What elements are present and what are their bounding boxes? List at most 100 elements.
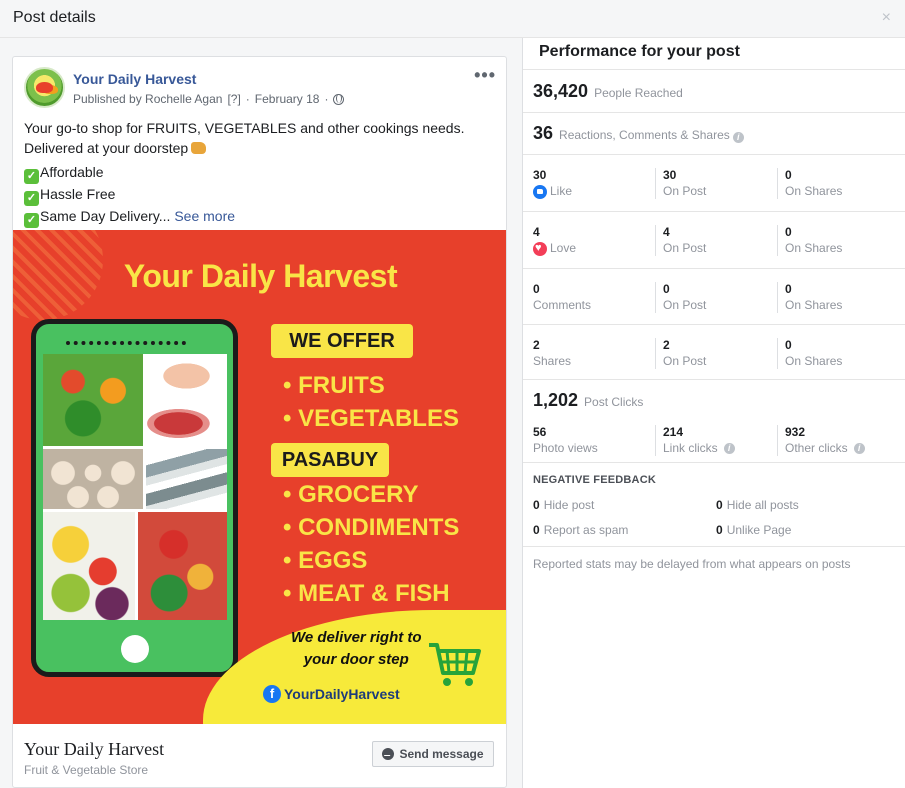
comments-label: Comments (533, 298, 592, 312)
phone-screen (43, 354, 227, 620)
people-reached: 36,420 People Reached (533, 81, 683, 102)
like-count: 30 (533, 168, 547, 182)
stat-number: 0 (785, 338, 792, 352)
dialog-header: Post details × (0, 0, 905, 38)
divider (523, 324, 905, 325)
divider (523, 112, 905, 113)
love-count: 4 (533, 225, 540, 239)
performance-title: Performance for your post (539, 43, 740, 60)
post-clicks-value: 1,202 (533, 390, 579, 410)
published-by: Published by Rochelle Agan (73, 92, 223, 106)
groceries-photo (138, 512, 227, 620)
hide-all-posts-stat: 0 Hide all posts (716, 498, 799, 512)
send-message-label: Send message (399, 747, 484, 761)
page-avatar[interactable] (24, 67, 65, 108)
deliver-tagline: We deliver right to your door step (291, 627, 422, 671)
stat-number: 214 (663, 425, 684, 439)
handle-text: YourDailyHarvest (284, 686, 400, 702)
chicken-photo (146, 354, 227, 398)
unlike-page-stat: 0 Unlike Page (716, 523, 791, 537)
meat-photo (146, 401, 227, 446)
stat-label: On Shares (785, 354, 843, 368)
deliver-line: We deliver right to (291, 629, 422, 646)
comments-stat: 0 Comments (533, 282, 591, 313)
meta-separator-2: · (324, 92, 329, 106)
link-clicks-stat: 214 Link clicks i (655, 425, 735, 456)
divider (523, 268, 905, 269)
divider (523, 154, 905, 155)
stat-number: 0 (785, 168, 792, 182)
check-icon: ✓ (24, 191, 39, 206)
eggs-photo (43, 449, 143, 509)
page-name-link[interactable]: Your Daily Harvest (73, 71, 196, 87)
engagement-label: Reactions, Comments & Shares i (559, 128, 744, 143)
more-options-icon[interactable]: ••• (474, 65, 496, 86)
stat-label: Link clicks i (663, 441, 735, 456)
stat-label: On Post (663, 241, 707, 255)
pasabuy-item: • GROCERY (283, 481, 419, 508)
post-card: Your Daily Harvest Published by Rochelle… (12, 56, 507, 788)
bullet-item: ✓ Affordable (24, 162, 494, 184)
pasabuy-list: • GROCERY • CONDIMENTS • EGGS • MEAT & F… (283, 478, 459, 610)
stat-number: 0 (716, 523, 723, 537)
info-icon[interactable]: i (732, 132, 744, 143)
comments-on-post: 0 On Post (655, 282, 706, 313)
post-date[interactable]: February 18 (255, 92, 320, 106)
engagement-label-text: Reactions, Comments & Shares (559, 128, 730, 142)
bullet-text: Hassle Free (40, 186, 116, 202)
footer-page-name[interactable]: Your Daily Harvest (24, 739, 164, 760)
love-on-post: 4 On Post (655, 225, 706, 256)
bullet-text: Affordable (40, 164, 104, 180)
people-reached-value: 36,420 (533, 81, 589, 101)
post-clicks-label: Post Clicks (584, 395, 644, 409)
divider (523, 69, 905, 70)
reaction-like: 30 Like (533, 168, 572, 199)
footer-category: Fruit & Vegetable Store (24, 763, 149, 777)
scooter-icon (191, 142, 207, 154)
phone-wave (66, 335, 186, 345)
offer-item: • FRUITS (283, 372, 385, 399)
stat-label: Hide all posts (726, 498, 799, 512)
globe-icon (333, 93, 345, 105)
shares-stat: 2 Shares (533, 338, 571, 369)
post-text-line2: Delivered at your doorstep (24, 140, 189, 156)
like-label-text: Like (550, 184, 573, 198)
like-on-shares: 0 On Shares (777, 168, 842, 199)
post-text-line: Your go-to shop for FRUITS, VEGETABLES a… (24, 120, 465, 136)
stat-number: 30 (663, 168, 677, 182)
bullet-item: ✓ Hassle Free (24, 184, 494, 206)
like-on-post: 30 On Post (655, 168, 706, 199)
image-title: Your Daily Harvest (123, 258, 398, 294)
we-offer-label: WE OFFER (271, 324, 413, 358)
engagement-summary: 36 Reactions, Comments & Shares i (533, 123, 744, 144)
offer-item: • VEGETABLES (283, 405, 459, 432)
help-marker[interactable]: [?] (227, 92, 240, 106)
post-image[interactable]: Your Daily Harvest WE OFFER • FRUITS • V… (13, 230, 506, 724)
other-clicks-label: Other clicks (785, 441, 848, 455)
other-clicks-stat: 932 Other clicks i (777, 425, 865, 456)
send-message-button[interactable]: Send message (372, 741, 494, 767)
divider (523, 379, 905, 380)
close-icon[interactable]: × (882, 9, 891, 27)
check-icon: ✓ (24, 213, 39, 228)
post-meta: Published by Rochelle Agan [?] · Februar… (73, 92, 345, 106)
stat-label: Hide post (543, 498, 595, 512)
shares-label: Shares (533, 354, 572, 368)
shares-count: 2 (533, 338, 540, 352)
stat-number: 0 (785, 282, 792, 296)
facebook-icon: f (263, 685, 281, 703)
info-icon[interactable]: i (853, 443, 865, 454)
stat-label: On Shares (785, 241, 843, 255)
like-label: Like (533, 184, 572, 199)
divider (523, 462, 905, 463)
see-more-link[interactable]: See more (174, 208, 235, 224)
stat-number: 0 (533, 498, 540, 512)
like-icon (533, 184, 547, 199)
stat-number: 0 (785, 225, 792, 239)
info-icon[interactable]: i (723, 443, 735, 454)
engagement-value: 36 (533, 123, 554, 143)
stat-number: 4 (663, 225, 670, 239)
stat-label: On Post (663, 184, 707, 198)
people-reached-label: People Reached (594, 86, 683, 100)
comments-count: 0 (533, 282, 540, 296)
